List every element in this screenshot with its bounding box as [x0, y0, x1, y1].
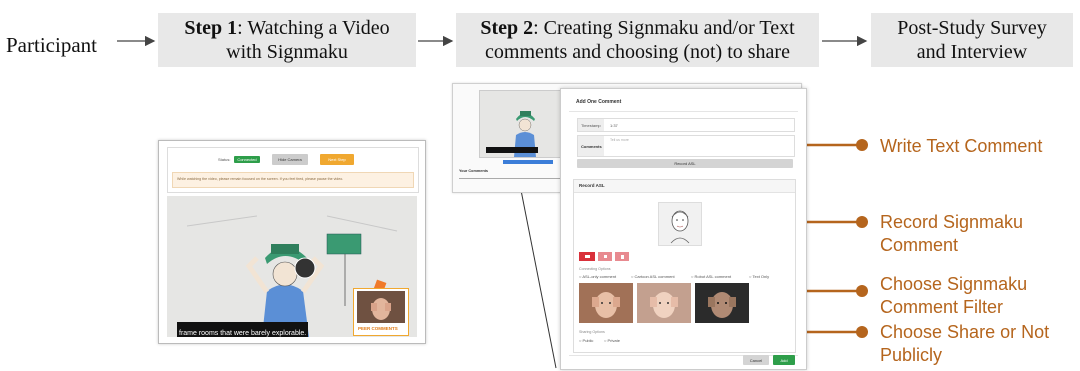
next-step-button[interactable]: Next Step — [320, 154, 354, 165]
notice-bar: While watching the video, please remain … — [172, 172, 414, 188]
hide-camera-button[interactable]: Hide Camera — [272, 154, 308, 165]
cancel-button[interactable]: Cancel — [743, 355, 769, 365]
option-cartoon-label: Cartoon ASL comment — [634, 274, 675, 279]
notice-text: While watching the video, please remain … — [177, 177, 344, 181]
filter-thumb-robot[interactable] — [695, 283, 749, 323]
share-public-option[interactable]: ○ Public — [579, 338, 593, 343]
comments-field[interactable]: Comments Tell us more — [577, 135, 795, 157]
video-page-header: Status: Connected Hide Camera Next Step … — [167, 147, 419, 193]
timestamp-label: Timestamp — [581, 123, 601, 128]
form-divider — [569, 111, 798, 112]
video-caption-text: frame rooms that were barely explorable. — [179, 330, 307, 337]
annotation-filter-l1: Choose Signmaku — [880, 274, 1028, 294]
peer-comments-label: PEER COMMENTS — [358, 326, 398, 331]
sharing-options-label: Sharing Options — [579, 330, 605, 334]
record-start-button[interactable] — [579, 252, 595, 261]
annotation-share-l2: Publicly — [880, 345, 943, 365]
filter-options-row: ○ ASL-only comment ○ Cartoon ASL comment… — [579, 274, 793, 280]
filter-thumb-cartoon[interactable] — [637, 283, 691, 323]
comments-placeholder: Tell us more — [610, 138, 629, 142]
add-button[interactable]: Add — [773, 355, 795, 365]
annotation-share-l1: Choose Share or Not — [880, 322, 1050, 342]
option-cartoon[interactable]: ○ Cartoon ASL comment — [631, 274, 675, 279]
peer-video-thumb — [357, 291, 405, 323]
timestamp-value: 1:37 — [610, 123, 618, 128]
option-robot[interactable]: ○ Robot ASL comment — [691, 274, 731, 279]
video-caption: frame rooms that were barely explorable. — [177, 322, 309, 337]
mini-blue-bar — [503, 160, 553, 164]
annotation-record-l1: Record Signmaku — [880, 212, 1024, 232]
thumb-asl-face — [579, 283, 633, 323]
option-asl-only[interactable]: ○ ASL-only comment — [579, 274, 616, 279]
status-label: Status: — [218, 157, 231, 162]
mini-video-frame — [479, 90, 571, 158]
annotation-filter-l2: Comment Filter — [880, 297, 1004, 317]
peer-comment-box[interactable]: PEER COMMENTS — [353, 288, 409, 336]
option-text-only[interactable]: ○ Text Only — [749, 274, 769, 279]
annotation-share: Choose Share or Not Publicly — [880, 321, 1049, 367]
record-section-title: Record ASL — [579, 183, 605, 188]
filter-thumb-asl[interactable] — [579, 283, 633, 323]
annotation-record-l2: Comment — [880, 235, 959, 255]
mini-timeline[interactable] — [459, 178, 569, 179]
comments-label: Comments — [581, 144, 602, 149]
cartoon-preview — [658, 202, 702, 246]
trash-icon — [620, 254, 624, 259]
share-public-label: Public — [582, 338, 594, 343]
add-comment-form: Add One Comment Timestamp 1:37 Comments … — [560, 88, 807, 370]
video-player[interactable]: frame rooms that were barely explorable.… — [167, 196, 417, 337]
share-private-label: Private — [607, 338, 620, 343]
thumb-robot-face — [695, 283, 749, 323]
option-asl-only-label: ASL-only comment — [582, 274, 617, 279]
peer-face-illustration — [357, 291, 405, 323]
record-asl-button[interactable]: Record ASL — [577, 159, 793, 168]
connecting-options-label: Connecting Options — [579, 267, 611, 271]
annotation-write-text: Write Text Comment — [880, 136, 1043, 156]
video-page-screenshot: Status: Connected Hide Camera Next Step … — [158, 140, 426, 344]
annotation-filter: Choose Signmaku Comment Filter — [880, 273, 1027, 319]
annotation-record: Record Signmaku Comment — [880, 211, 1023, 257]
form-title: Add One Comment — [576, 99, 622, 105]
option-text-only-label: Text Only — [752, 274, 770, 279]
record-asl-section: Record ASL Connecting Options ○ ASL-only — [573, 179, 796, 353]
thumb-cartoon-face — [637, 283, 691, 323]
comments-label-box: Comments — [578, 136, 604, 156]
cartoon-face-illustration — [670, 210, 690, 244]
share-private-option[interactable]: ○ Private — [604, 338, 620, 343]
record-stop-button[interactable] — [598, 252, 612, 261]
option-robot-label: Robot ASL comment — [694, 274, 732, 279]
timestamp-field[interactable]: Timestamp 1:37 — [577, 118, 795, 132]
mini-video-illustration — [480, 91, 570, 157]
record-delete-button[interactable] — [615, 252, 629, 261]
camera-icon — [584, 255, 590, 258]
record-section-header: Record ASL — [574, 180, 795, 193]
timestamp-label-box: Timestamp — [578, 119, 604, 131]
zoom-line-bottom — [518, 179, 557, 369]
status-badge: Connected — [234, 156, 260, 163]
your-comments-label: Your Comments — [459, 169, 489, 173]
stop-icon — [603, 255, 607, 258]
